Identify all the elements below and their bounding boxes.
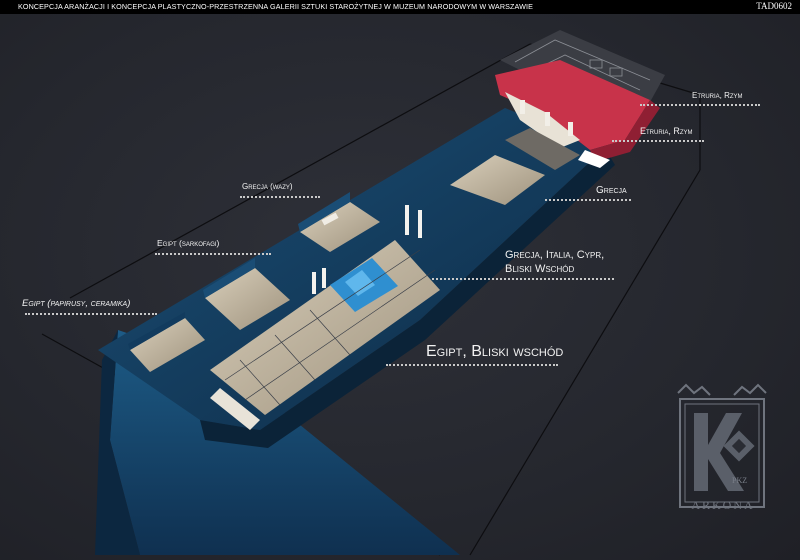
leader-grecja-italia: [432, 278, 614, 280]
leader-etruria-rzym: [612, 140, 704, 142]
label-etruria-rzym-top: Etruria, Rzym: [692, 91, 743, 100]
leader-egipt-sarkofagi: [155, 253, 271, 255]
label-grecja-wazy: Grecja (wazy): [242, 182, 293, 191]
leader-etruria-rzym-top: [640, 104, 760, 106]
leader-grecja: [545, 199, 631, 201]
label-egipt-sarkofagi: Egipt (sarkofagi): [157, 238, 220, 248]
logo-wordmark: ARKONA: [691, 498, 755, 512]
leader-grecja-wazy: [240, 196, 320, 198]
label-egipt-papirusy: Egipt (papirusy, ceramika): [22, 298, 131, 309]
leader-egipt-bliski: [386, 364, 558, 366]
poster: Koncepcja aranżacji i koncepcja plastycz…: [0, 0, 800, 560]
label-etruria-rzym: Etruria, Rzym: [640, 126, 693, 136]
leader-egipt-papirusy: [25, 313, 157, 315]
label-egipt-bliski: Egipt, Bliski wschód: [426, 343, 564, 360]
label-grecja-italia-2: Bliski Wschód: [505, 263, 575, 275]
label-grecja-italia-1: Grecja, Italia, Cypr,: [505, 249, 605, 261]
logo-initials: PKZ: [732, 476, 747, 485]
label-grecja: Grecja: [596, 185, 627, 196]
